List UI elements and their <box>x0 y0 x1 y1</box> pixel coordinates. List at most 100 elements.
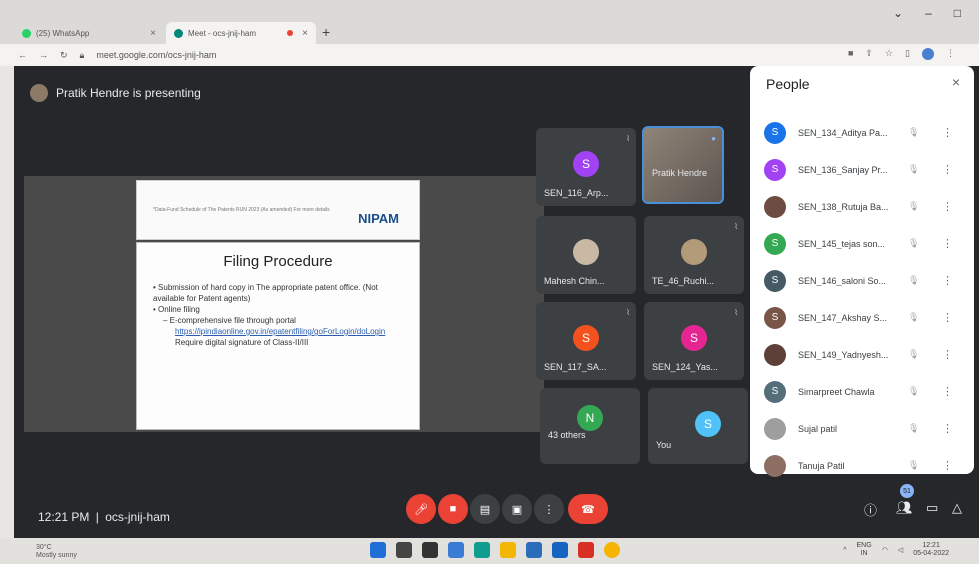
person-row[interactable]: S SEN_145_tejas son... 🎙︎ ⋮ <box>750 225 974 262</box>
present-button[interactable]: ▣ <box>502 494 532 524</box>
more-options-button[interactable]: ⋮ <box>534 494 564 524</box>
self-tile[interactable]: S You <box>648 388 748 464</box>
sidebar-icon[interactable]: ▯ <box>905 48 910 60</box>
star-icon[interactable]: ☆ <box>885 48 893 60</box>
chat-app-icon[interactable] <box>448 542 464 558</box>
person-row[interactable]: S Simarpreet Chawla 🎙︎ ⋮ <box>750 373 974 410</box>
avatar: S <box>764 232 786 255</box>
others-tile[interactable]: N 43 others <box>540 388 640 464</box>
person-row[interactable]: S SEN_134_Aditya Pa... 🎙︎ ⋮ <box>750 114 974 151</box>
share-icon[interactable]: ⇪ <box>865 48 873 60</box>
reload-icon[interactable]: ↻ <box>60 50 68 61</box>
more-options-icon[interactable]: ⋮ <box>942 163 953 176</box>
participant-tile[interactable]: ⌇ S SEN_116_Arp... <box>536 128 636 206</box>
volume-icon[interactable]: ◁ <box>898 546 903 554</box>
weather-widget[interactable]: 30°C Mostly sunny <box>36 544 77 560</box>
participant-tile[interactable]: ⌇ S SEN_117_SA... <box>536 302 636 380</box>
wifi-icon[interactable]: ◠ <box>882 546 888 554</box>
participant-name: TE_46_Ruchi... <box>652 276 715 286</box>
info-icon[interactable]: ⓘ <box>864 500 877 519</box>
whatsapp-icon <box>22 28 31 38</box>
participant-tile[interactable]: ⌇ TE_46_Ruchi... <box>644 216 744 294</box>
person-name: SEN_146_saloni So... <box>798 275 887 286</box>
leave-call-button[interactable]: ☎︎ <box>568 494 608 524</box>
participant-name: SEN_117_SA... <box>544 362 607 372</box>
more-options-icon[interactable]: ⋮ <box>942 237 953 250</box>
lock-icon: 🔒︎ <box>79 49 85 60</box>
mic-muted-icon: 🎙︎ <box>908 275 920 285</box>
avatar: S <box>695 410 721 437</box>
person-row[interactable]: Sujal patil 🎙︎ ⋮ <box>750 410 974 447</box>
close-tab-icon[interactable]: × <box>150 28 156 39</box>
menu-icon[interactable]: ⋮ <box>946 48 955 60</box>
person-row[interactable]: S SEN_136_Sanjay Pr... 🎙︎ ⋮ <box>750 151 974 188</box>
people-icon[interactable]: 👥︎ <box>896 500 913 516</box>
captions-button[interactable]: ▤ <box>470 494 500 524</box>
chrome-icon[interactable] <box>604 542 620 558</box>
more-options-icon[interactable]: ⋮ <box>942 274 953 287</box>
close-icon[interactable]: × <box>952 74 960 90</box>
mic-muted-icon: 🎙︎ <box>908 238 920 248</box>
tab-whatsapp[interactable]: (25) WhatsApp × <box>14 22 164 44</box>
more-options-icon[interactable]: ⋮ <box>942 200 953 213</box>
mic-muted-icon: 🎙︎ <box>908 164 920 174</box>
task-view-icon[interactable] <box>422 542 438 558</box>
mic-toggle-button[interactable]: 🎤︎ <box>406 494 436 524</box>
avatar: N <box>577 404 603 431</box>
forward-icon[interactable]: → <box>39 50 48 60</box>
slide-title: Filing Procedure <box>223 253 333 270</box>
clock[interactable]: 12:21 05-04-2022 <box>913 542 949 558</box>
slide-link[interactable]: https://ipindiaonline.gov.in/epatentfili… <box>175 327 385 336</box>
more-options-icon[interactable]: ⋮ <box>942 311 953 324</box>
url-text[interactable]: meet.google.com/ocs-jnij-ham <box>96 50 216 60</box>
slide-content: Filing Procedure Submission of hard copy… <box>136 242 420 430</box>
tab-meet[interactable]: Meet - ocs-jnij-ham × <box>166 22 316 44</box>
participant-tile-pinned[interactable]: ● Pratik Hendre <box>642 126 724 204</box>
camera-icon[interactable]: ■ <box>848 48 853 60</box>
profile-avatar[interactable] <box>922 48 934 60</box>
mic-muted-icon: 🎙︎ <box>908 349 920 359</box>
participant-count-badge: 51 <box>900 484 914 498</box>
person-row[interactable]: Tanuja Patil 🎙︎ ⋮ <box>750 447 974 484</box>
back-icon[interactable]: ← <box>18 50 27 60</box>
participant-tile[interactable]: Mahesh Chin... <box>536 216 636 294</box>
person-name: Sujal patil <box>798 423 838 434</box>
close-tab-icon[interactable]: × <box>302 28 308 39</box>
participant-tile[interactable]: ⌇ S SEN_124_Yas... <box>644 302 744 380</box>
person-row[interactable]: SEN_149_Yadnyesh... 🎙︎ ⋮ <box>750 336 974 373</box>
person-row[interactable]: SEN_138_Rutuja Ba... 🎙︎ ⋮ <box>750 188 974 225</box>
tab-title: Meet - ocs-jnij-ham <box>188 28 257 38</box>
more-options-icon[interactable]: ⋮ <box>942 126 953 139</box>
minimize-icon[interactable]: – <box>925 6 932 20</box>
maximize-icon[interactable]: □ <box>954 6 961 20</box>
search-icon[interactable] <box>396 542 412 558</box>
avatar: S <box>573 151 599 178</box>
avatar <box>764 454 786 477</box>
person-name: SEN_136_Sanjay Pr... <box>798 164 888 175</box>
slide-header-text: *Data-Fund Schedule of The Patents RUN 2… <box>153 207 330 213</box>
chevron-up-icon[interactable]: ^ <box>843 547 846 554</box>
person-row[interactable]: S SEN_146_saloni So... 🎙︎ ⋮ <box>750 262 974 299</box>
more-options-icon[interactable]: ⋮ <box>942 459 953 472</box>
language-indicator[interactable]: ENG IN <box>857 542 872 558</box>
file-explorer-icon[interactable] <box>500 542 516 558</box>
recording-icon <box>287 30 294 36</box>
start-icon[interactable] <box>370 542 386 558</box>
mic-muted-icon: 🎙︎ <box>908 127 920 137</box>
people-list: S SEN_134_Aditya Pa... 🎙︎ ⋮ S SEN_136_Sanjay … <box>750 114 974 484</box>
presenting-banner: Pratik Hendre is presenting <box>30 84 201 102</box>
chat-icon[interactable]: ▭ <box>926 500 938 516</box>
window-controls: ⌄ – □ <box>893 6 961 20</box>
store-icon[interactable] <box>526 542 542 558</box>
more-options-icon[interactable]: ⋮ <box>942 348 953 361</box>
more-options-icon[interactable]: ⋮ <box>942 385 953 398</box>
more-options-icon[interactable]: ⋮ <box>942 422 953 435</box>
person-row[interactable]: S SEN_147_Akshay S... 🎙︎ ⋮ <box>750 299 974 336</box>
chevron-down-icon[interactable]: ⌄ <box>893 6 903 20</box>
camera-toggle-button[interactable]: ■ <box>438 494 468 524</box>
app-icon[interactable] <box>578 542 594 558</box>
new-tab-button[interactable]: + <box>322 24 330 40</box>
edge-icon[interactable] <box>474 542 490 558</box>
activities-icon[interactable]: △ <box>952 500 962 516</box>
mail-icon[interactable] <box>552 542 568 558</box>
